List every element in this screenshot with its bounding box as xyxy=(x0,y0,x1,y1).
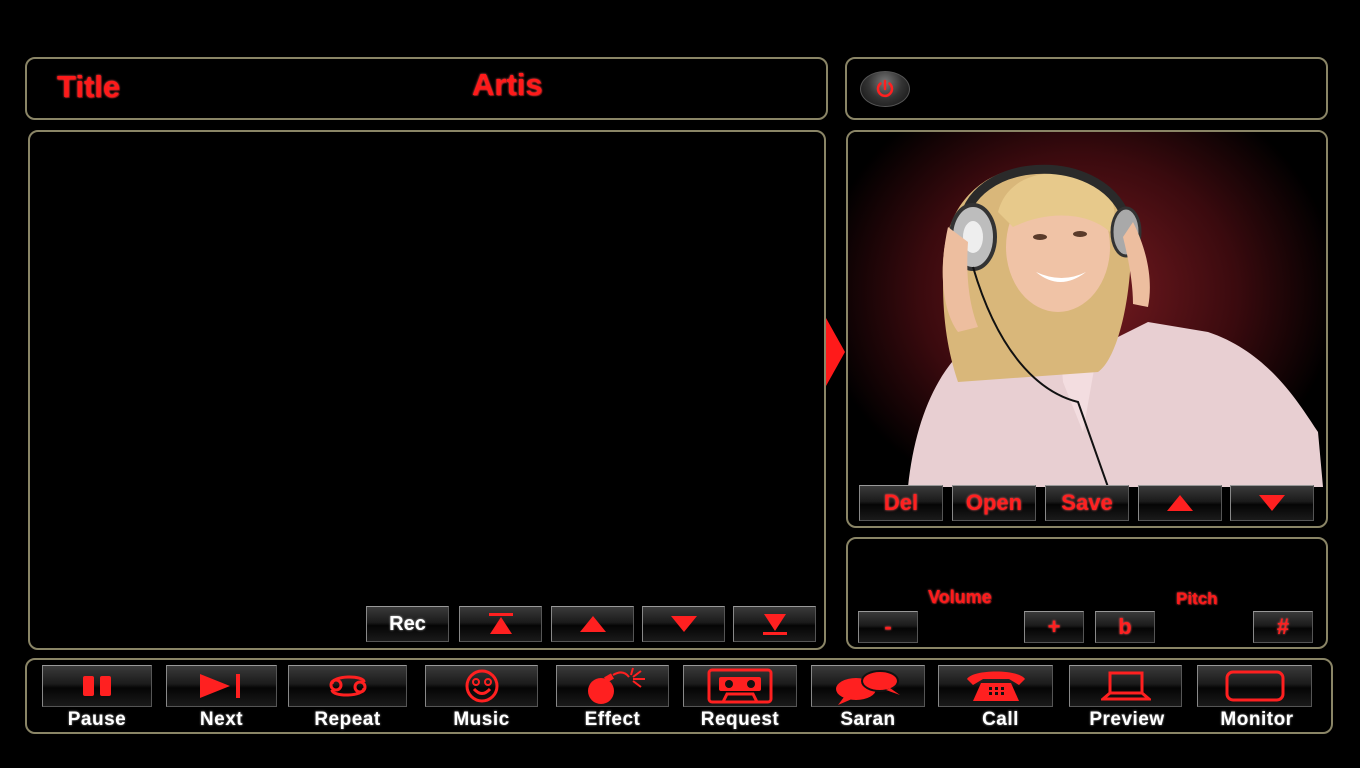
pitch-label: Pitch xyxy=(1176,589,1218,608)
chat-bubbles-icon xyxy=(836,670,900,705)
repeat-label: Repeat xyxy=(314,709,381,730)
next-label: Next xyxy=(199,709,244,730)
volume-up-button[interactable]: + xyxy=(1024,611,1084,643)
playlist-up-button[interactable] xyxy=(1138,485,1222,521)
move-top-icon xyxy=(488,613,513,634)
monitor-label: Monitor xyxy=(1220,709,1294,730)
move-up-button[interactable] xyxy=(551,606,634,642)
laptop-icon xyxy=(1100,671,1151,701)
effect-label: Effect xyxy=(584,709,641,730)
next-button[interactable] xyxy=(166,665,277,707)
triangle-down-icon xyxy=(1259,495,1285,511)
cassette-icon xyxy=(707,668,773,704)
woman-with-headphones-image xyxy=(908,164,1323,487)
save-button[interactable]: Save xyxy=(1045,485,1129,521)
rec-button[interactable]: Rec xyxy=(366,606,449,642)
smiley-icon xyxy=(465,669,498,703)
header-panel: Title Artis xyxy=(25,57,828,120)
volume-label: Volume xyxy=(928,587,992,607)
power-panel xyxy=(845,57,1328,120)
pitch-flat-button[interactable]: b xyxy=(1095,611,1155,643)
move-bottom-icon xyxy=(762,614,787,635)
preview-button[interactable] xyxy=(1069,665,1182,707)
call-button[interactable] xyxy=(938,665,1053,707)
move-top-button[interactable] xyxy=(459,606,542,642)
repeat-icon xyxy=(329,675,366,697)
bomb-icon xyxy=(587,667,645,704)
pause-label: Pause xyxy=(67,709,127,730)
power-button[interactable] xyxy=(860,71,910,107)
volume-down-button[interactable]: - xyxy=(858,611,918,643)
move-down-button[interactable] xyxy=(642,606,725,642)
playlist-down-button[interactable] xyxy=(1230,485,1314,521)
telephone-icon xyxy=(966,671,1025,701)
open-button[interactable]: Open xyxy=(952,485,1036,521)
title-label: Title xyxy=(57,69,121,104)
power-icon xyxy=(876,79,894,98)
artist-label: Artis xyxy=(472,67,543,102)
triangle-up-icon xyxy=(1167,495,1193,511)
saran-button[interactable] xyxy=(811,665,925,707)
request-button[interactable] xyxy=(683,665,797,707)
pause-icon xyxy=(83,676,111,696)
repeat-button[interactable] xyxy=(288,665,407,707)
next-icon xyxy=(199,674,240,698)
pause-button[interactable] xyxy=(42,665,152,707)
audio-controls-panel: Volume Pitch - + b # xyxy=(846,537,1328,649)
effect-button[interactable] xyxy=(556,665,669,707)
del-button[interactable]: Del xyxy=(859,485,943,521)
music-label: Music xyxy=(453,709,510,730)
artist-photo xyxy=(848,132,1326,487)
music-button[interactable] xyxy=(425,665,538,707)
song-list-panel[interactable]: Rec xyxy=(28,130,826,650)
monitor-icon xyxy=(1225,670,1284,702)
expand-arrow-icon[interactable] xyxy=(826,318,846,386)
move-bottom-button[interactable] xyxy=(733,606,816,642)
call-label: Call xyxy=(982,709,1019,730)
move-down-icon xyxy=(670,616,697,632)
request-label: Request xyxy=(700,709,780,730)
move-up-icon xyxy=(579,616,606,632)
preview-label: Preview xyxy=(1089,709,1165,730)
pitch-sharp-button[interactable]: # xyxy=(1253,611,1313,643)
saran-label: Saran xyxy=(840,709,896,730)
artist-photo-panel: Del Open Save xyxy=(846,130,1328,528)
monitor-button[interactable] xyxy=(1197,665,1312,707)
